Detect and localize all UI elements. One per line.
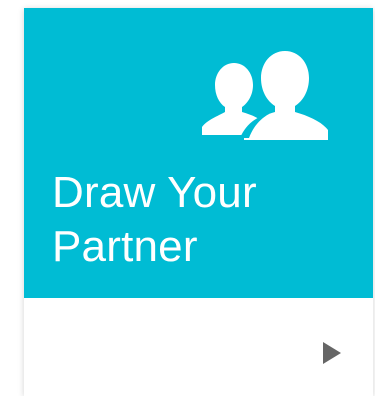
- page: Draw Your Partner: [0, 0, 375, 396]
- card-title: Draw Your Partner: [52, 166, 352, 274]
- draw-your-partner-card[interactable]: Draw Your Partner: [24, 8, 373, 396]
- card-footer: [24, 298, 373, 396]
- users-icon: [200, 48, 330, 140]
- play-icon[interactable]: [319, 338, 345, 368]
- card-title-line-2: Partner: [52, 222, 198, 271]
- card-header: Draw Your Partner: [24, 8, 373, 298]
- card-title-line-1: Draw Your: [52, 168, 257, 217]
